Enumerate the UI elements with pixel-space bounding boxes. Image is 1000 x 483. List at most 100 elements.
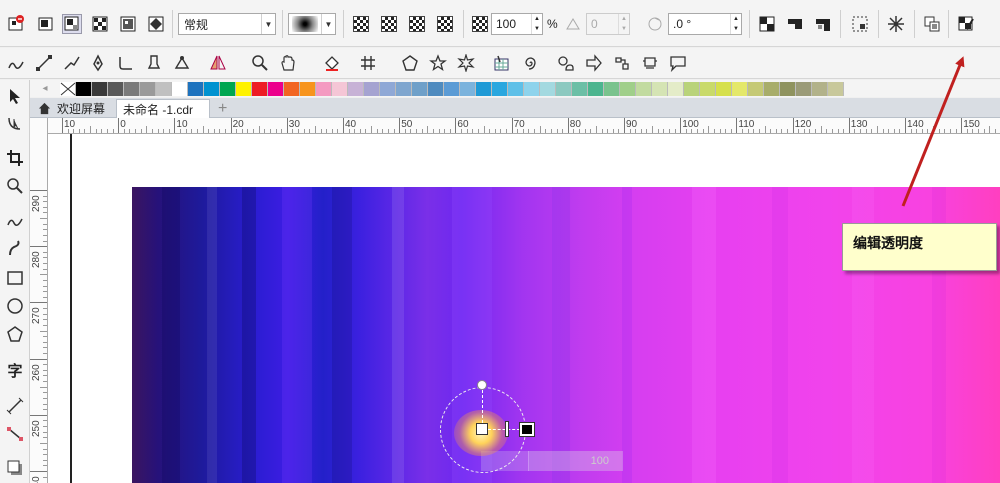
start-node-handle[interactable] [476, 423, 488, 435]
palette-swatch[interactable] [812, 81, 828, 96]
palette-swatch[interactable] [796, 81, 812, 96]
free-scale-icon[interactable] [757, 14, 777, 34]
palette-swatch[interactable] [300, 81, 316, 96]
conical-fountain-icon[interactable] [409, 16, 425, 32]
spin-arrows-icon[interactable]: ▲ ▼ [531, 14, 542, 34]
palette-swatch[interactable] [252, 81, 268, 96]
palette-swatch[interactable] [92, 81, 108, 96]
palette-swatch[interactable] [124, 81, 140, 96]
palette-swatch[interactable] [76, 81, 92, 96]
polygon-tool-icon[interactable] [5, 324, 25, 344]
palette-swatch[interactable] [188, 81, 204, 96]
symmetry-icon[interactable] [208, 53, 228, 73]
smart-drawing-icon[interactable] [172, 53, 192, 73]
drawing-canvas[interactable]: 100 [48, 134, 1000, 483]
transparency-target-icon[interactable] [850, 14, 870, 34]
grid-icon[interactable] [358, 53, 378, 73]
spiral-icon[interactable] [520, 53, 540, 73]
freeze-transparency-icon[interactable] [886, 14, 906, 34]
freehand-icon[interactable] [6, 53, 26, 73]
star-icon[interactable] [428, 53, 448, 73]
no-color-swatch[interactable] [60, 81, 76, 96]
opacity-input[interactable]: 100 ▲ ▼ [491, 13, 543, 35]
palette-swatch[interactable] [524, 81, 540, 96]
palette-swatch[interactable] [332, 81, 348, 96]
midpoint-slider-handle[interactable] [505, 421, 509, 437]
freehand-tool-icon[interactable] [5, 210, 25, 230]
palette-scroll-left-icon[interactable]: ◂ [30, 81, 60, 96]
linear-fountain-icon[interactable] [353, 16, 369, 32]
palette-swatch[interactable] [748, 81, 764, 96]
node-position-input[interactable]: 0 ▲ ▼ [586, 13, 630, 35]
palette-swatch[interactable] [364, 81, 380, 96]
end-node-handle[interactable] [519, 422, 535, 437]
palette-swatch[interactable] [572, 81, 588, 96]
drop-shadow-tool-icon[interactable] [5, 458, 25, 478]
palette-swatch[interactable] [716, 81, 732, 96]
zoom-tool-icon[interactable] [5, 176, 25, 196]
vertical-ruler[interactable]: 290 280 270 260 250 240 [30, 118, 48, 483]
palette-swatch[interactable] [172, 81, 188, 96]
complex-star-icon[interactable] [456, 53, 476, 73]
palette-swatch[interactable] [652, 81, 668, 96]
reverse-transparency-icon[interactable] [813, 14, 833, 34]
merge-mode-dropdown[interactable]: 常规 ▼ [178, 13, 276, 35]
palette-swatch[interactable] [460, 81, 476, 96]
graph-paper-icon[interactable] [492, 53, 512, 73]
rotation-handle[interactable] [477, 380, 487, 390]
fill-icon[interactable] [322, 53, 342, 73]
palette-swatch[interactable] [764, 81, 780, 96]
ellipse-tool-icon[interactable] [5, 296, 25, 316]
palette-swatch[interactable] [604, 81, 620, 96]
bitmap-pattern-transparency-icon[interactable] [118, 14, 138, 34]
copy-transparency-icon[interactable] [922, 14, 942, 34]
palette-swatch[interactable] [508, 81, 524, 96]
parallel-dimension-tool-icon[interactable] [5, 396, 25, 416]
tab-welcome[interactable]: 欢迎屏幕 [32, 99, 111, 118]
palette-swatch[interactable] [348, 81, 364, 96]
transparency-picker-dropdown[interactable]: ▼ [288, 13, 336, 35]
edit-transparency-icon[interactable] [956, 14, 976, 34]
palette-swatch[interactable] [588, 81, 604, 96]
pan-icon[interactable] [278, 53, 298, 73]
crop-tool-icon[interactable] [5, 148, 25, 168]
palette-swatch[interactable] [316, 81, 332, 96]
palette-swatch[interactable] [556, 81, 572, 96]
node-transparency-field[interactable]: 100 [529, 451, 623, 471]
vector-pattern-transparency-icon[interactable] [90, 14, 110, 34]
callout-shapes-icon[interactable] [668, 53, 688, 73]
pick-tool-icon[interactable] [5, 86, 25, 106]
bezier-icon[interactable] [116, 53, 136, 73]
palette-swatch[interactable] [668, 81, 684, 96]
artistic-media-icon[interactable] [144, 53, 164, 73]
palette-swatch[interactable] [444, 81, 460, 96]
palette-swatch[interactable] [140, 81, 156, 96]
shape-tool-icon[interactable] [5, 114, 25, 134]
artistic-media-tool-icon[interactable] [5, 238, 25, 258]
rectangle-tool-icon[interactable] [5, 268, 25, 288]
add-tab-icon[interactable]: + [212, 99, 233, 118]
palette-swatch[interactable] [700, 81, 716, 96]
palette-swatch[interactable] [828, 81, 844, 96]
palette-swatch[interactable] [268, 81, 284, 96]
tab-document[interactable]: 未命名 -1.cdr [116, 99, 210, 118]
banner-shapes-icon[interactable] [640, 53, 660, 73]
palette-swatch[interactable] [428, 81, 444, 96]
rotation-input[interactable]: .0 ° ▲ ▼ [668, 13, 742, 35]
palette-swatch[interactable] [412, 81, 428, 96]
polygon-icon[interactable] [400, 53, 420, 73]
palette-swatch[interactable] [108, 81, 124, 96]
palette-swatch[interactable] [620, 81, 636, 96]
zoom-icon[interactable] [250, 53, 270, 73]
spin-arrows-icon[interactable]: ▲ ▼ [730, 14, 741, 34]
elliptical-fountain-icon[interactable] [381, 16, 397, 32]
palette-swatch[interactable] [476, 81, 492, 96]
palette-swatch[interactable] [156, 81, 172, 96]
rectangular-fountain-icon[interactable] [437, 16, 453, 32]
polyline-icon[interactable] [62, 53, 82, 73]
horizontal-ruler[interactable]: 10 0 10 20 30 40 50 60 70 80 90 100 110 120 130 140 150 [48, 118, 1000, 134]
uniform-transparency-icon[interactable] [36, 14, 56, 34]
palette-swatch[interactable] [220, 81, 236, 96]
connector-tool-icon[interactable] [5, 424, 25, 444]
palette-swatch[interactable] [396, 81, 412, 96]
